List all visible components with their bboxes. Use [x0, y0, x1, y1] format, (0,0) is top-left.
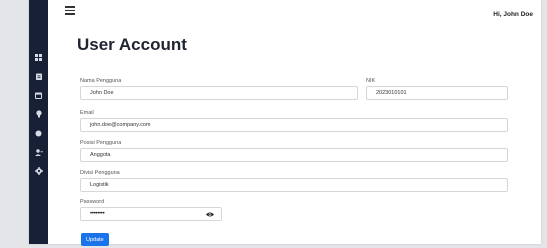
posisi-input[interactable]: Anggota [80, 148, 508, 162]
page-title: User Account [77, 35, 187, 54]
settings-icon[interactable] [29, 165, 48, 177]
email-input[interactable]: john.doe@company.com [80, 118, 508, 132]
divisi-label: Divisi Pengguna [80, 170, 120, 176]
eye-icon[interactable] [206, 211, 214, 218]
hamburger-menu-icon[interactable] [65, 6, 75, 16]
email-field: Email john.doe@company.com [80, 110, 508, 132]
account-form: Nama Pengguna John Doe NIK 2023010101 Em… [77, 72, 515, 248]
posisi-field: Posisi Pengguna Anggota [80, 140, 508, 162]
divisi-input[interactable]: Logistik [80, 178, 508, 192]
email-label: Email [80, 110, 94, 116]
user-add-icon[interactable] [29, 146, 48, 158]
password-field: Password •••••••• [80, 199, 222, 221]
divisi-field: Divisi Pengguna Logistik [80, 170, 508, 192]
nama-input[interactable]: John Doe [80, 86, 358, 100]
sidebar [29, 0, 48, 244]
top-bar: Hi, John Doe [48, 0, 541, 26]
password-value: •••••••• [90, 211, 105, 217]
nik-label: NIK [366, 78, 376, 84]
grid-icon[interactable] [29, 51, 48, 63]
update-button[interactable]: Update [81, 233, 109, 246]
password-input[interactable]: •••••••• [80, 207, 222, 221]
password-label: Password [80, 199, 105, 205]
lightbulb-icon[interactable] [29, 108, 48, 120]
nik-input[interactable]: 2023010101 [366, 86, 508, 100]
nama-field: Nama Pengguna John Doe [80, 78, 358, 100]
circle-icon[interactable] [29, 127, 48, 139]
clipboard-icon[interactable] [29, 70, 48, 82]
posisi-label: Posisi Pengguna [80, 140, 122, 146]
user-greeting[interactable]: Hi, John Doe [493, 11, 533, 18]
calendar-icon[interactable] [29, 89, 48, 101]
nik-field: NIK 2023010101 [366, 78, 508, 100]
nama-label: Nama Pengguna [80, 78, 122, 84]
